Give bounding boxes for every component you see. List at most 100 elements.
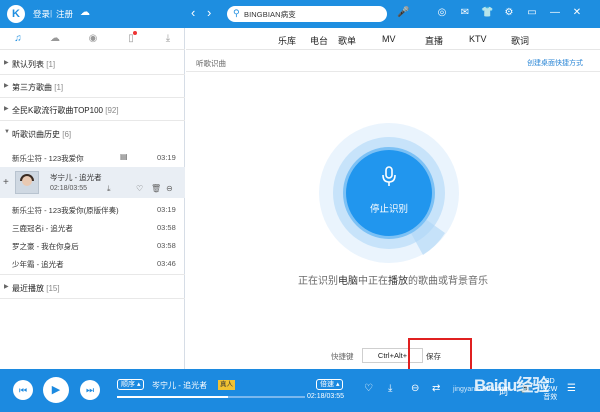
sidebar-tabs: ♫ ☁ ◉ ▯ ⤓ (0, 28, 185, 50)
forward-arrow-icon[interactable]: › (207, 6, 211, 20)
top-nav: 乐库 电台 歌单 MV 直播 KTV 歌词 (186, 28, 600, 50)
register-link[interactable]: 注册 (56, 8, 73, 20)
sidebar: ♫ ☁ ◉ ▯ ⤓ ▶ 默认列表 [1] ▶ 第三方歌曲 [1] ▶ 全民K歌流… (0, 28, 185, 369)
notification-dot (133, 31, 137, 35)
playlist-icon[interactable]: ☰ (567, 383, 576, 394)
heart-icon[interactable]: ♡ (136, 184, 143, 193)
tab-mv[interactable]: MV (382, 34, 396, 44)
play-mode-button[interactable]: 顺序 ▴ (117, 379, 145, 390)
tab-live[interactable]: 直播 (425, 34, 443, 47)
divider (186, 71, 600, 72)
previous-icon[interactable]: ⏮ (13, 380, 33, 400)
status-badge: 真人 (218, 380, 235, 390)
heart-icon[interactable]: ♡ (364, 383, 373, 394)
list-count: [6] (62, 130, 72, 139)
tab-ktv[interactable]: KTV (469, 34, 487, 44)
back-arrow-icon[interactable]: ‹ (191, 6, 195, 20)
list-item[interactable]: 少年霜 - 追光者 03:46 (0, 254, 185, 272)
cloud-list-icon[interactable]: ☁ (48, 32, 62, 46)
song-duration: 03:46 (157, 259, 176, 268)
message-icon[interactable]: ✉ (459, 7, 471, 19)
list-count: [15] (46, 284, 60, 293)
list-item[interactable]: 三鹿冠名i - 追光者 03:58 (0, 218, 185, 236)
music-note-icon[interactable]: ♫ (11, 32, 25, 46)
delete-icon[interactable]: 🗑 (151, 184, 161, 193)
shuffle-icon[interactable]: ⇄ (432, 383, 440, 394)
list-third-party[interactable]: ▶ 第三方歌曲 [1] (0, 78, 185, 96)
collapse-arrow-icon: ▼ (4, 129, 10, 135)
recognition-widget: 停止识别 (319, 123, 459, 263)
playback-speed-button[interactable]: 倍速 ▴ (316, 379, 344, 390)
divider (0, 74, 185, 75)
login-link[interactable]: 登录 (33, 8, 50, 20)
list-default[interactable]: ▶ 默认列表 [1] (0, 55, 185, 73)
page-title: 听歌识曲 (196, 59, 226, 68)
list-name: 全民K歌流行歌曲TOP100 (12, 106, 103, 115)
song-title: 岑宁儿 - 追光者 (50, 173, 102, 182)
game-icon[interactable]: ◎ (436, 7, 448, 19)
list-count: [92] (105, 106, 119, 115)
now-playing-title[interactable]: 岑宁儿 - 追光者 (152, 380, 207, 391)
stop-recognition-label: 停止识别 (369, 204, 408, 215)
skin-icon[interactable]: 👕 (481, 7, 493, 19)
song-duration: 03:19 (157, 153, 176, 162)
list-recent-played[interactable]: ▶ 最近播放 [15] (0, 279, 185, 297)
song-title: 三鹿冠名i - 追光者 (12, 224, 73, 233)
save-button[interactable]: 保存 (426, 351, 441, 362)
login-separator: | (50, 8, 53, 18)
list-name: 第三方歌曲 (12, 83, 52, 92)
download-icon[interactable]: ⤓ (388, 383, 392, 394)
download-icon[interactable]: ⤓ (107, 184, 111, 194)
current-song-row[interactable]: + 岑宁儿 - 追光者 02:18/03:55 ⤓ ♡ 🗑 ⊖ (0, 167, 185, 198)
radio-icon[interactable]: ◉ (86, 32, 100, 46)
main-panel: 乐库 电台 歌单 MV 直播 KTV 歌词 听歌识曲 创建桌面快捷方式 停止识别… (186, 28, 600, 374)
minimize-icon[interactable]: — (549, 7, 561, 19)
song-title: 少年霜 - 追光者 (12, 260, 64, 269)
song-duration: 03:58 (157, 223, 176, 232)
mv-icon[interactable]: ▤ (120, 152, 128, 161)
playback-time: 02:18/03:55 (307, 393, 344, 400)
list-name: 最近播放 (12, 284, 44, 293)
progress-fill (117, 396, 228, 398)
more-icon[interactable]: ⊖ (166, 184, 173, 193)
status-text: 的歌曲或背景音乐 (408, 276, 488, 287)
mini-mode-icon[interactable]: ▭ (526, 7, 538, 19)
list-top100[interactable]: ▶ 全民K歌流行歌曲TOP100 [92] (0, 101, 185, 119)
tab-library[interactable]: 乐库 (278, 34, 296, 47)
kugou-logo[interactable]: K (7, 5, 25, 23)
search-input[interactable]: ⚲ BINGBIAN病变 (227, 6, 387, 22)
list-item[interactable]: 罗之豪 - 我在你身后 03:58 (0, 236, 185, 254)
album-thumbnail (15, 171, 39, 194)
more-icon[interactable]: ⊖ (411, 383, 419, 394)
download-icon[interactable]: ⤓ (161, 32, 175, 46)
list-recognition-history[interactable]: ▼ 听歌识曲历史 [6] (0, 125, 185, 143)
progress-bar[interactable] (117, 396, 305, 398)
list-name: 默认列表 (12, 60, 44, 69)
tab-playlists[interactable]: 歌单 (338, 34, 356, 47)
add-icon[interactable]: + (3, 177, 9, 188)
status-text: 中正在 (358, 276, 388, 287)
title-bar: K 登录 | 注册 ☁ ‹ › ⚲ BINGBIAN病变 🎤 ◎ ✉ 👕 ⚙ ▭… (0, 0, 600, 28)
recognition-status: 正在识别电脑中正在播放的歌曲或背景音乐 (186, 272, 600, 287)
play-icon[interactable]: ▶ (43, 377, 69, 403)
list-count: [1] (54, 83, 64, 92)
song-progress-time: 02:18/03:55 (50, 185, 87, 192)
expand-arrow-icon: ▶ (4, 106, 9, 112)
search-query: BINGBIAN病变 (244, 10, 296, 19)
create-shortcut-link[interactable]: 创建桌面快捷方式 (527, 58, 583, 68)
list-item[interactable]: 新乐尘符 - 123我爱你(原版伴奏) 03:19 (0, 200, 185, 218)
tab-radio[interactable]: 电台 (310, 34, 328, 47)
search-icon[interactable]: ⚲ (233, 8, 240, 19)
cloud-icon[interactable]: ☁ (80, 7, 90, 18)
expand-arrow-icon: ▶ (4, 284, 9, 290)
song-title: 罗之豪 - 我在你身后 (12, 242, 79, 251)
stop-recognition-button[interactable]: 停止识别 (346, 150, 432, 236)
tab-lyrics[interactable]: 歌词 (511, 34, 529, 47)
status-text: 正在识别 (298, 276, 338, 287)
voice-search-icon[interactable]: 🎤 (397, 7, 409, 18)
list-item[interactable]: 新乐尘符 - 123我爱你 ▤ 03:19 (0, 148, 185, 166)
divider (0, 274, 185, 275)
next-icon[interactable]: ⏭ (80, 380, 100, 400)
close-icon[interactable]: ✕ (571, 7, 583, 19)
settings-icon[interactable]: ⚙ (503, 7, 515, 19)
